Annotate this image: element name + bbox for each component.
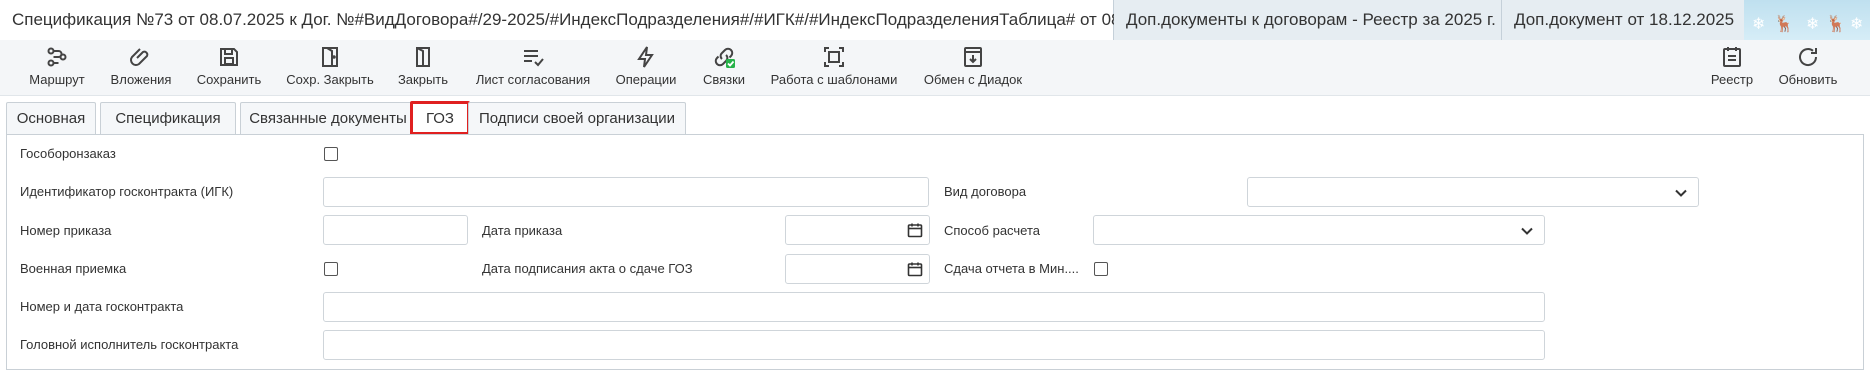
templates-label: Работа с шаблонами xyxy=(770,72,898,87)
approval-list-label: Лист согласования xyxy=(475,72,591,87)
tab-label: Подписи своей организации xyxy=(478,110,676,127)
payment-method-label: Способ расчета xyxy=(944,223,1041,238)
contract-type-select[interactable] xyxy=(1247,177,1699,207)
templates-button[interactable]: Работа с шаблонами xyxy=(766,44,902,94)
tab-own-organization-signatures[interactable]: Подписи своей организации xyxy=(468,102,686,134)
calendar-icon[interactable] xyxy=(907,261,923,277)
paperclip-icon xyxy=(129,44,153,70)
payment-method-select[interactable] xyxy=(1093,215,1545,245)
refresh-icon xyxy=(1796,44,1820,70)
military-acceptance-checkbox[interactable] xyxy=(324,262,338,276)
toolbar: Маршрут Вложения Сохранить Сохр. Закрыть… xyxy=(0,40,1870,96)
diadoc-exchange-button[interactable]: Обмен с Диадок xyxy=(918,44,1028,94)
close-document-button[interactable]: Закрыть xyxy=(390,44,456,94)
tab-label: Спецификация xyxy=(115,110,221,127)
tab-label: Связанные документы xyxy=(249,110,407,127)
refresh-button[interactable]: Обновить xyxy=(1770,44,1846,94)
route-button[interactable]: Маршрут xyxy=(20,44,94,94)
registry-label: Реестр xyxy=(1710,72,1754,87)
document-tabs-bar: Спецификация №73 от 08.07.2025 к Дог. №#… xyxy=(0,0,1870,41)
act-sign-date-label: Дата подписания акта о сдаче ГОЗ xyxy=(482,261,693,276)
calendar-icon[interactable] xyxy=(907,222,923,238)
diadoc-exchange-label: Обмен с Диадок xyxy=(923,72,1023,87)
doc-tab-title: Доп.документы к договорам - Реестр за 20… xyxy=(1126,10,1496,29)
diadoc-exchange-icon xyxy=(961,44,985,70)
igk-input[interactable] xyxy=(323,177,929,207)
doc-tab-title: Спецификация №73 от 08.07.2025 к Дог. №#… xyxy=(12,10,1187,29)
order-number-label: Номер приказа xyxy=(20,223,112,238)
doc-tab-registry[interactable]: Доп.документы к договорам - Реестр за 20… xyxy=(1114,0,1523,40)
save-close-label: Сохр. Закрыть xyxy=(286,72,374,87)
link-check-icon xyxy=(712,44,736,70)
attachments-label: Вложения xyxy=(110,72,172,87)
doc-tab-specification[interactable]: Спецификация №73 от 08.07.2025 к Дог. №#… xyxy=(0,0,1213,41)
head-executor-input[interactable] xyxy=(323,330,1545,360)
approval-list-icon xyxy=(521,44,545,70)
save-label: Сохранить xyxy=(196,72,262,87)
goz-checkbox[interactable] xyxy=(324,147,338,161)
igk-label: Идентификатор госконтракта (ИГК) xyxy=(20,184,234,199)
attachments-button[interactable]: Вложения xyxy=(104,44,178,94)
save-close-icon xyxy=(318,44,342,70)
close-document-label: Закрыть xyxy=(397,72,449,87)
route-label: Маршрут xyxy=(29,72,85,87)
order-number-input[interactable] xyxy=(323,215,468,245)
doc-tab-title: Доп.документ от 18.12.2025 xyxy=(1514,10,1735,29)
contract-type-label: Вид договора xyxy=(944,184,1027,199)
save-icon xyxy=(217,44,241,70)
contract-number-date-input[interactable] xyxy=(323,292,1545,322)
chevron-down-icon xyxy=(1675,189,1687,197)
contract-number-date-label: Номер и дата госконтракта xyxy=(20,299,184,314)
report-checkbox[interactable] xyxy=(1094,262,1108,276)
template-icon xyxy=(822,44,846,70)
save-close-button[interactable]: Сохр. Закрыть xyxy=(282,44,378,94)
winter-decoration-image: ❄ 🦌 ❄ 🦌 ❄ xyxy=(1744,0,1870,40)
tab-main[interactable]: Основная xyxy=(6,102,96,134)
refresh-label: Обновить xyxy=(1778,72,1838,87)
approval-list-button[interactable]: Лист согласования xyxy=(468,44,598,94)
links-button[interactable]: Связки xyxy=(694,44,754,94)
registry-button[interactable]: Реестр xyxy=(1700,44,1764,94)
route-icon xyxy=(45,44,69,70)
doc-tab-additional-document[interactable]: Доп.документ от 18.12.2025 ✕ xyxy=(1502,0,1761,40)
military-acceptance-label: Военная приемка xyxy=(20,261,127,276)
save-button[interactable]: Сохранить xyxy=(188,44,270,94)
lightning-icon xyxy=(634,44,658,70)
tab-specification[interactable]: Спецификация xyxy=(100,102,236,134)
operations-button[interactable]: Операции xyxy=(608,44,684,94)
chevron-down-icon xyxy=(1521,227,1533,235)
links-label: Связки xyxy=(702,72,746,87)
close-document-icon xyxy=(411,44,435,70)
tab-label: Основная xyxy=(16,110,86,127)
act-sign-date-input[interactable] xyxy=(785,254,930,284)
report-label: Сдача отчета в Мин.... xyxy=(944,261,1079,276)
tab-related-documents[interactable]: Связанные документы xyxy=(240,102,416,134)
operations-label: Операции xyxy=(615,72,677,87)
tab-goz[interactable]: ГОЗ xyxy=(410,101,470,135)
tab-label: ГОЗ xyxy=(425,109,454,127)
goz-label: Гособоронзаказ xyxy=(20,146,116,161)
order-date-input[interactable] xyxy=(785,215,930,245)
head-executor-label: Головной исполнитель госконтракта xyxy=(20,337,239,352)
order-date-label: Дата приказа xyxy=(482,223,563,238)
registry-icon xyxy=(1720,44,1744,70)
